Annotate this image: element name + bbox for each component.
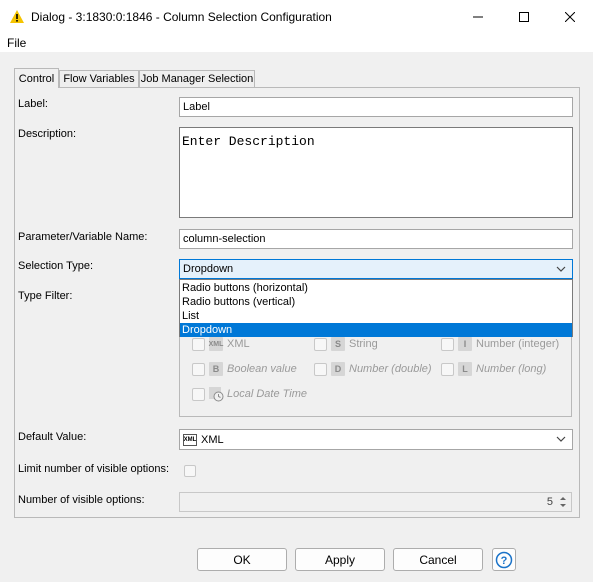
default-value-dropdown[interactable]: XML XML xyxy=(179,429,573,450)
minimize-button[interactable] xyxy=(455,0,501,34)
xml-type-icon: XML xyxy=(209,337,223,351)
filter-checkbox-datetime[interactable] xyxy=(192,388,205,401)
limit-caption: Limit number of visible options: xyxy=(18,463,170,475)
selection-type-value: Dropdown xyxy=(183,263,234,275)
filter-label-boolean: Boolean value xyxy=(227,363,297,375)
clock-icon xyxy=(209,387,224,402)
label-input[interactable]: Label xyxy=(179,97,573,117)
filter-label-xml: XML xyxy=(227,338,250,350)
param-caption: Parameter/Variable Name: xyxy=(18,231,148,243)
parameter-name-input[interactable]: column-selection xyxy=(179,229,573,249)
integer-type-icon: I xyxy=(458,337,472,351)
filter-label-long: Number (long) xyxy=(476,363,547,375)
close-icon xyxy=(565,12,575,22)
selection-type-list: Radio buttons (horizontal) Radio buttons… xyxy=(179,279,573,337)
option-dropdown[interactable]: Dropdown xyxy=(180,323,572,337)
double-type-icon: D xyxy=(331,362,345,376)
chevron-down-icon xyxy=(556,266,566,272)
spinner-arrows-icon[interactable] xyxy=(557,494,569,510)
warning-icon xyxy=(10,10,24,23)
svg-text:?: ? xyxy=(501,555,508,567)
option-list[interactable]: List xyxy=(180,309,572,323)
default-value-caption: Default Value: xyxy=(18,431,87,443)
filter-label-datetime: Local Date Time xyxy=(227,388,307,400)
long-type-icon: L xyxy=(458,362,472,376)
menu-bar: File xyxy=(0,34,593,52)
description-textarea[interactable]: Enter Description xyxy=(179,127,573,218)
ok-button[interactable]: OK xyxy=(197,548,287,571)
menu-file[interactable]: File xyxy=(7,36,26,50)
option-radio-vertical[interactable]: Radio buttons (vertical) xyxy=(180,295,572,309)
selection-type-dropdown[interactable]: Dropdown xyxy=(179,259,573,279)
window-title: Dialog - 3:1830:0:1846 - Column Selectio… xyxy=(31,10,332,24)
help-button[interactable]: ? xyxy=(492,548,516,571)
filter-checkbox-long[interactable] xyxy=(441,363,454,376)
label-caption: Label: xyxy=(18,98,48,110)
xml-icon: XML xyxy=(183,433,197,446)
visible-options-caption: Number of visible options: xyxy=(18,494,145,506)
limit-checkbox[interactable] xyxy=(184,465,196,477)
filter-checkbox-double[interactable] xyxy=(314,363,327,376)
filter-checkbox-boolean[interactable] xyxy=(192,363,205,376)
filter-checkbox-string[interactable] xyxy=(314,338,327,351)
option-radio-horizontal[interactable]: Radio buttons (horizontal) xyxy=(180,281,572,295)
filter-label-double: Number (double) xyxy=(349,363,432,375)
maximize-button[interactable] xyxy=(501,0,547,34)
maximize-icon xyxy=(519,12,529,22)
default-value-text: XML xyxy=(201,433,224,446)
help-icon: ? xyxy=(495,551,513,568)
filter-checkbox-integer[interactable] xyxy=(441,338,454,351)
apply-button[interactable]: Apply xyxy=(295,548,385,571)
tab-flow-variables[interactable]: Flow Variables xyxy=(59,70,139,87)
boolean-type-icon: B xyxy=(209,362,223,376)
filter-label-string: String xyxy=(349,338,378,350)
close-button[interactable] xyxy=(547,0,593,34)
minimize-icon xyxy=(473,16,483,18)
filter-checkbox-xml[interactable] xyxy=(192,338,205,351)
string-type-icon: S xyxy=(331,337,345,351)
selection-type-caption: Selection Type: xyxy=(18,260,94,272)
filter-label-integer: Number (integer) xyxy=(476,338,560,350)
tab-job-manager-selection[interactable]: Job Manager Selection xyxy=(139,70,255,87)
visible-options-value: 5 xyxy=(546,496,553,508)
description-caption: Description: xyxy=(18,128,77,140)
visible-options-spinner[interactable]: 5 xyxy=(179,492,572,512)
chevron-down-icon xyxy=(556,436,566,442)
type-filter-caption: Type Filter: xyxy=(18,290,73,302)
title-bar: Dialog - 3:1830:0:1846 - Column Selectio… xyxy=(0,0,593,34)
tab-control[interactable]: Control xyxy=(14,68,59,88)
cancel-button[interactable]: Cancel xyxy=(393,548,483,571)
